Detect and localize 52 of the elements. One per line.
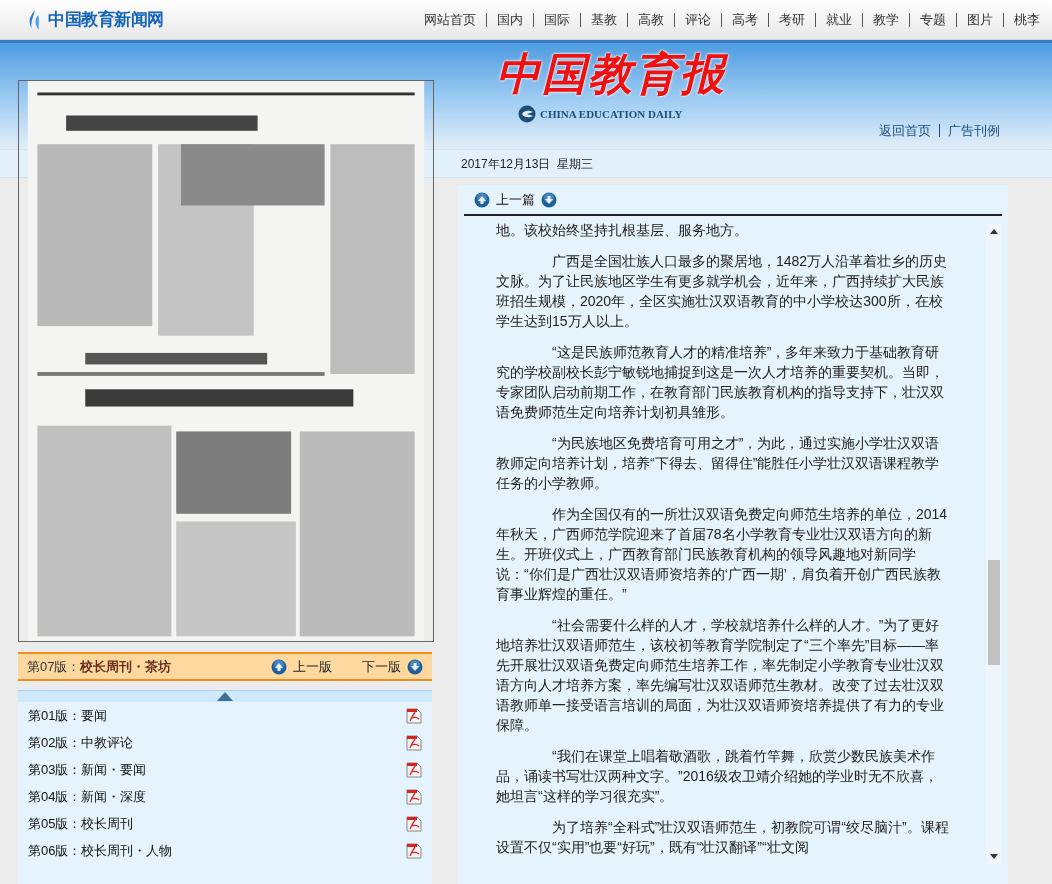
nav-link[interactable]: 专题: [920, 9, 946, 30]
nav-link[interactable]: 基教: [591, 9, 617, 30]
article-paragraph: “这是民族师范教育人才的精准培养”，多年来致力于基础教育研究的学校副校长彭宁敏锐地捕捉到这是一次人才培养的重要契机。当即，专家团队启动前期工作，在教育部门民族教育机构的指导支持下，壮汉双语免费师范生定向培养计划初具雏形。: [496, 343, 945, 422]
header-link[interactable]: 返回首页: [879, 120, 931, 140]
site-logo[interactable]: 中国教育新闻网: [48, 6, 165, 33]
nav-link[interactable]: 高考: [732, 9, 758, 30]
article-paragraph: “为民族地区免费培育可用之才”，为此，通过实施小学壮汉双语教师定向培养计划，培养“下得去、留得住”能胜任小学壮汉双语课程教学任务的小学教师。: [496, 434, 941, 493]
nav-link[interactable]: 考研: [779, 9, 805, 30]
nav-link[interactable]: 桃李: [1014, 9, 1040, 30]
nav-link[interactable]: 评论: [685, 9, 711, 30]
edition-link[interactable]: 第01版：要闻: [28, 705, 108, 726]
edition-link[interactable]: 第03版：新闻・要闻: [28, 759, 147, 780]
newspaper-subtitle: CHINA EDUCATION DAILY: [540, 106, 683, 122]
next-icon[interactable]: [407, 658, 423, 675]
article-paragraph: 作为全国仅有的一所壮汉双语免费定向师范生培养的单位，2014年秋天，广西师范学院迎来了首届78名小学教育专业壮汉双语方向的新生。开班仪式上，广西教育部门民族教育机构的领导风趣地对新同学说：“你们是广西壮汉双语师资培养的‘广西一期’，肩负着开创广西民族教育事业辉煌的重任。”: [496, 505, 949, 604]
nav-link[interactable]: 就业: [826, 9, 852, 30]
next-edition-link[interactable]: 下一版: [362, 656, 401, 677]
pdf-icon[interactable]: [406, 842, 422, 859]
edition-link[interactable]: 第04版：新闻・深度: [28, 786, 147, 807]
previous-edition-link[interactable]: 上一版: [293, 656, 332, 677]
previous-icon[interactable]: [271, 658, 287, 675]
nav-link[interactable]: 教学: [873, 9, 899, 30]
edition-title: 校长周刊・茶坊: [80, 657, 172, 676]
scroll-down-icon[interactable]: [989, 852, 999, 860]
article-paragraph: “社会需要什么样的人才，学校就培养什么样的人才。”为了更好地培养壮汉双语师范生，该校初等教育学院制定了“三个率先”目标——率先开展壮汉双语免费定向师范生培养工作，率先制定小学教育专业壮汉双语方向人才培养方案，率先编写壮汉双语师范生教材。改变了过去壮汉双语教师单一接受语言培训的局面，为壮汉双语师资培养提供了有力的专业保障。: [496, 616, 945, 735]
previous-article-link[interactable]: 上一篇: [496, 189, 535, 210]
edition-link[interactable]: 第06版：校长周刊・人物: [28, 840, 173, 861]
pdf-icon[interactable]: [406, 707, 422, 724]
article-paragraph: 地。该校始终坚持扎根基层、服务地方。: [496, 221, 749, 240]
pdf-icon[interactable]: [406, 734, 422, 751]
nav-link[interactable]: 国内: [497, 9, 523, 30]
article-paragraph: 广西是全国壮族人口最多的聚居地，1482万人沿革着壮乡的历史文脉。为了让民族地区学生有更多就学机会，近年来，广西持续扩大民族班招生规模，2020年，全区实施壮汉双语教育的中小学校达300所，在校学生达到15万人以上。: [496, 252, 949, 331]
nav-link[interactable]: 国际: [544, 9, 570, 30]
nav-link[interactable]: 高教: [638, 9, 664, 30]
date-text: 2017年12月13日 星期三: [461, 156, 594, 173]
edition-link[interactable]: 第05版：校长周刊: [28, 813, 134, 834]
edition-link[interactable]: 第02版：中教评论: [28, 732, 134, 753]
previous-icon[interactable]: [474, 191, 490, 208]
nav-link[interactable]: 图片: [967, 9, 993, 30]
emblem-icon: [518, 105, 536, 123]
pdf-icon[interactable]: [406, 761, 422, 778]
header-link[interactable]: 广告刊例: [948, 120, 1000, 140]
collapse-icon[interactable]: [217, 692, 233, 701]
pdf-icon[interactable]: [406, 788, 422, 805]
nav-link[interactable]: 网站首页: [424, 9, 476, 30]
edition-number: 第07版：: [27, 657, 81, 676]
article-paragraph: 为了培养“全科式”壮汉双语师范生，初教院可谓“绞尽脑汁”。课程设置不仅“实用”也要“好玩”，既有“壮汉翻译”“壮文阅: [496, 818, 950, 857]
next-icon[interactable]: [541, 191, 557, 208]
scroll-up-icon[interactable]: [989, 228, 999, 236]
scrollbar-thumb[interactable]: [988, 560, 1000, 665]
pdf-icon[interactable]: [406, 815, 422, 832]
article-paragraph: “我们在课堂上唱着敬酒歌，跳着竹竿舞，欣赏少数民族美术作品，诵读书写壮汉两种文字。”2016级农卫靖介绍她的学业时无不欣喜，她坦言“这样的学习很充实”。: [496, 747, 939, 806]
